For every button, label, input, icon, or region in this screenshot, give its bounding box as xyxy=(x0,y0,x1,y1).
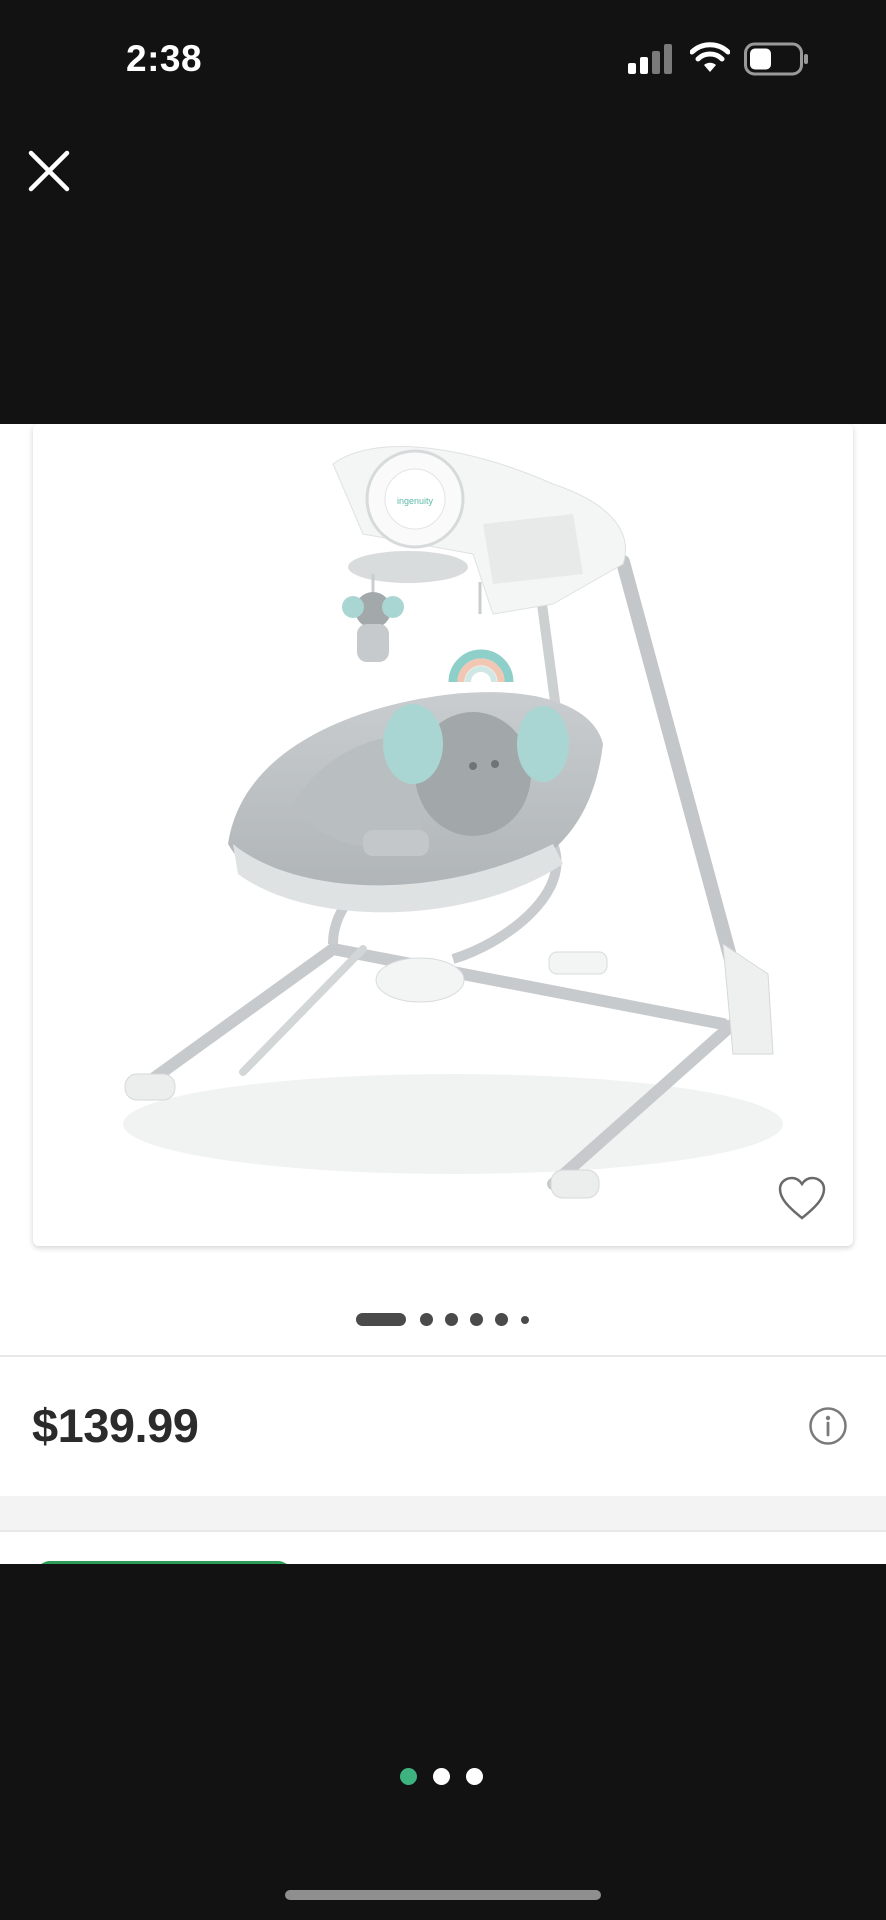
carousel-dot[interactable] xyxy=(433,1768,450,1785)
product-image-card[interactable]: ingenuity xyxy=(33,424,853,1246)
svg-text:ingenuity: ingenuity xyxy=(397,496,434,506)
pager-dot-active[interactable] xyxy=(356,1313,406,1326)
pager-dot[interactable] xyxy=(445,1313,458,1326)
pager-dot[interactable] xyxy=(495,1313,508,1326)
battery-icon xyxy=(744,42,808,76)
carousel-dot[interactable] xyxy=(466,1768,483,1785)
product-price: $139.99 xyxy=(32,1399,199,1452)
pager-dot[interactable] xyxy=(470,1313,483,1326)
wifi-icon xyxy=(690,42,730,72)
divider xyxy=(0,1355,886,1357)
status-bar: 2:38 xyxy=(0,0,886,120)
status-time: 2:38 xyxy=(126,38,203,79)
close-icon[interactable] xyxy=(24,146,74,196)
pager-dot[interactable] xyxy=(420,1313,433,1326)
section-separator xyxy=(0,1496,886,1530)
heart-outline-icon[interactable] xyxy=(777,1176,827,1222)
carousel-dot-active[interactable] xyxy=(400,1768,417,1785)
product-image: ingenuity xyxy=(123,446,783,1199)
divider xyxy=(0,1530,886,1532)
info-icon[interactable] xyxy=(808,1406,848,1446)
add-to-cart-button-peek[interactable] xyxy=(36,1561,292,1564)
pager-dot-small[interactable] xyxy=(521,1316,529,1324)
product-sheet: ingenuity $139.99 xyxy=(0,424,886,1564)
home-indicator[interactable] xyxy=(285,1890,601,1900)
cellular-signal-icon xyxy=(628,44,672,74)
